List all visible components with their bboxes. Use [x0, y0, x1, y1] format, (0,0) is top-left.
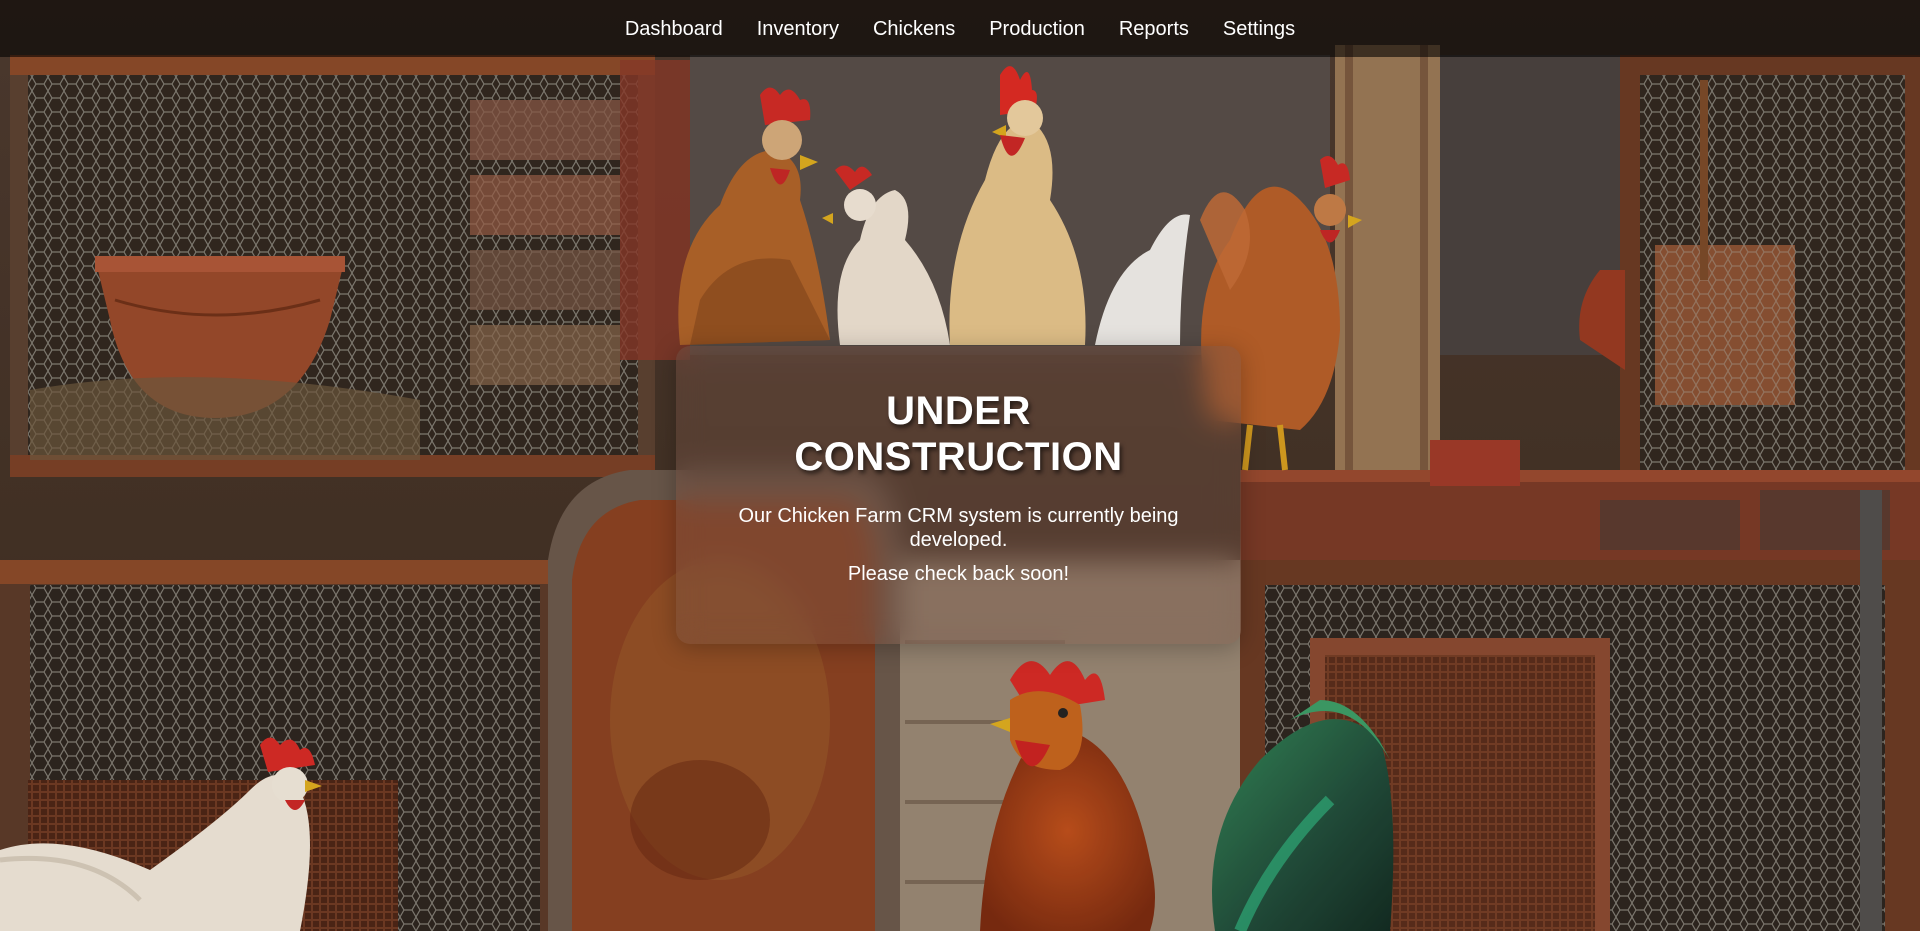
nav-item: Reports	[1102, 11, 1206, 47]
nav-item: Chickens	[856, 11, 972, 47]
under-construction-card: UNDER CONSTRUCTION Our Chicken Farm CRM …	[676, 346, 1241, 644]
nav-link-dashboard[interactable]: Dashboard	[608, 11, 740, 47]
nav-item: Settings	[1206, 11, 1312, 47]
nav-link-reports[interactable]: Reports	[1102, 11, 1206, 47]
nav-link-chickens[interactable]: Chickens	[856, 11, 972, 47]
top-navigation-bar: Dashboard Inventory Chickens Production …	[0, 0, 1920, 57]
nav-item: Dashboard	[608, 11, 740, 47]
page: Dashboard Inventory Chickens Production …	[0, 0, 1920, 931]
nav-menu: Dashboard Inventory Chickens Production …	[608, 11, 1312, 47]
nav-item: Inventory	[740, 11, 856, 47]
notice-title: UNDER CONSTRUCTION	[794, 389, 1123, 479]
nav-link-settings[interactable]: Settings	[1206, 11, 1312, 47]
nav-link-inventory[interactable]: Inventory	[740, 11, 856, 47]
notice-note: Please check back soon!	[847, 563, 1070, 585]
notice-message: Our Chicken Farm CRM system is currently…	[738, 505, 1179, 551]
nav-item: Production	[972, 11, 1102, 47]
nav-link-production[interactable]: Production	[972, 11, 1102, 47]
